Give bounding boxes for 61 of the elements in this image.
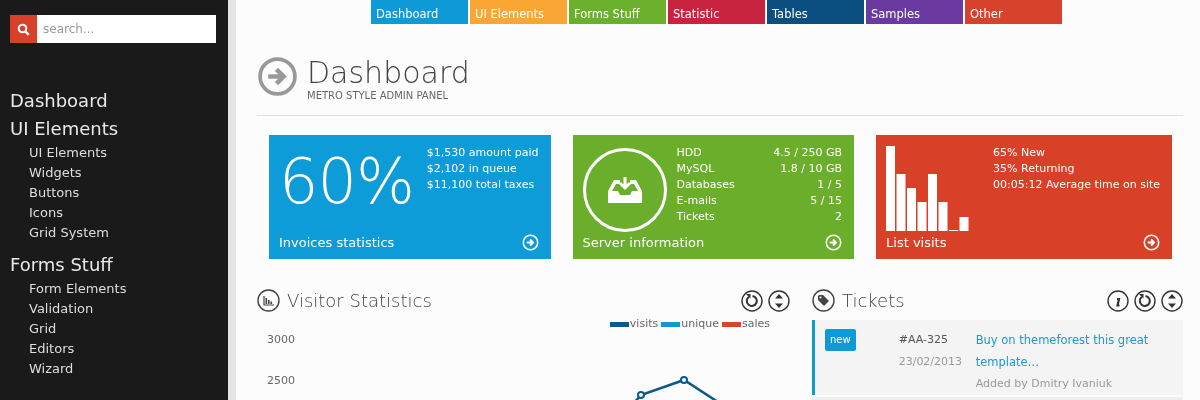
- nav-subitem[interactable]: Widgets: [10, 163, 216, 183]
- stat-line: 35% Returning: [993, 161, 1076, 177]
- nav-subitem[interactable]: Validation: [10, 299, 216, 319]
- stat-line: 00:05:12 Average time on site: [993, 177, 1160, 193]
- axis-label: 2500: [267, 374, 296, 389]
- server-value: 4.5 / 250 GB: [773, 145, 843, 161]
- ticket-author: Added by Dmitry Ivaniuk: [975, 376, 1114, 392]
- nav-tab[interactable]: Statistic: [668, 0, 765, 24]
- inbox-download-icon: [582, 148, 667, 232]
- nav-item[interactable]: Dashboard: [10, 87, 216, 115]
- info-icon[interactable]: [1107, 289, 1129, 312]
- nav-subitem[interactable]: Form Elements: [10, 279, 216, 299]
- nav-subitem[interactable]: Grid: [10, 319, 216, 339]
- server-label: HDD: [676, 145, 702, 161]
- sort-icon[interactable]: [1161, 289, 1183, 312]
- nav-subitem[interactable]: UI Elements: [10, 143, 216, 163]
- nav-tab[interactable]: Other: [965, 0, 1062, 24]
- stat-line: 65% New: [993, 145, 1046, 161]
- search-icon[interactable]: [17, 22, 30, 36]
- status-badge: new: [825, 329, 856, 351]
- tile-title: Invoices statistics: [279, 235, 395, 250]
- legend-label: visits: [629, 318, 659, 330]
- axis-label: 3000: [267, 333, 296, 348]
- page-title: Dashboard: [307, 56, 470, 90]
- server-value: 1.8 / 10 GB: [780, 161, 843, 177]
- refresh-icon[interactable]: [741, 289, 763, 312]
- stat-line: $2,102 in queue: [426, 161, 518, 177]
- stat-line: $11,100 total taxes: [426, 177, 536, 193]
- page-subtitle: METRO STYLE ADMIN PANEL: [307, 90, 450, 101]
- nav-subitem[interactable]: Icons: [10, 203, 216, 223]
- nav-tab[interactable]: Samples: [866, 0, 963, 24]
- server-label: E-mails: [676, 193, 717, 209]
- ticket-date: 23/02/2013: [898, 354, 964, 370]
- search-field[interactable]: search...: [37, 15, 216, 43]
- sort-icon[interactable]: [768, 289, 790, 312]
- nav-subitem[interactable]: Wizard: [10, 359, 216, 379]
- legend-label: sales: [741, 318, 770, 330]
- server-label: MySQL: [676, 161, 715, 177]
- nav-tab[interactable]: Tables: [767, 0, 864, 24]
- server-value: 2: [835, 209, 843, 225]
- refresh-icon[interactable]: [1134, 289, 1156, 312]
- ticket-row[interactable]: new #AA-325 23/02/2013 Buy on themeforest this great template… Added by Dmitry Ivaniuk: [812, 320, 1183, 395]
- server-value: 5 / 15: [810, 193, 843, 209]
- nav-subitem[interactable]: Grid System: [10, 223, 216, 243]
- server-label: Databases: [676, 177, 735, 193]
- stat-line: $1,530 amount paid: [426, 145, 539, 161]
- percent-value: 60%: [279, 147, 414, 220]
- tile-title: List visits: [886, 235, 947, 250]
- widget-title: Tickets: [842, 290, 906, 311]
- ticket-id: #AA-325: [898, 332, 949, 348]
- server-label: Tickets: [676, 209, 715, 225]
- nav-item[interactable]: Forms Stuff: [10, 251, 216, 279]
- tag-icon: [812, 289, 835, 312]
- tile-title: Server information: [582, 235, 705, 250]
- nav-subitem[interactable]: Buttons: [10, 183, 216, 203]
- nav-subitem[interactable]: Editors: [10, 339, 216, 359]
- legend-label: unique: [681, 318, 719, 330]
- bar-chart-icon: [257, 289, 280, 312]
- nav-item[interactable]: UI Elements: [10, 115, 216, 143]
- server-value: 1 / 5: [817, 177, 843, 193]
- widget-title: Visitor Statistics: [287, 290, 433, 311]
